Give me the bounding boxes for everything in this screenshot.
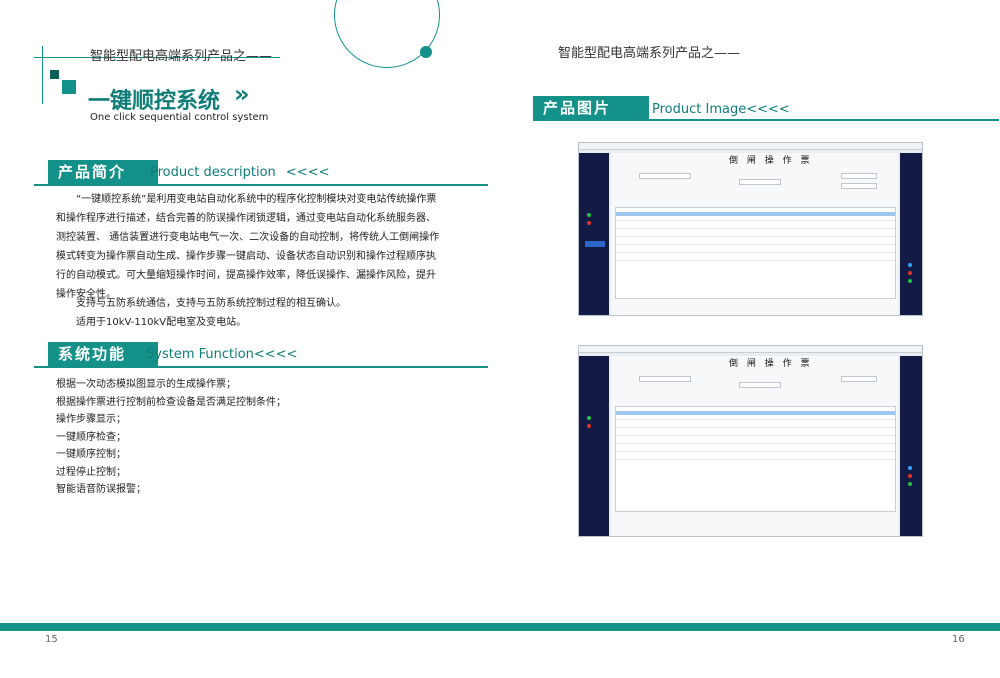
function-label-en-text: System Function [146,347,254,362]
screenshot-table [615,406,896,512]
status-dot-green [587,416,591,420]
row-line [616,260,895,261]
image-label-en-text: Product Image [652,102,747,117]
indicator-dot [908,466,912,470]
image-label-arrows: <<<< [746,102,790,117]
form-field [639,173,691,179]
title-arrows-icon: » [234,80,250,108]
decor-circle-dot [420,46,432,58]
function-section-label: 系统功能 [48,342,158,366]
indicator-dot [908,474,912,478]
row-line [616,427,895,428]
row-line [616,244,895,245]
row-line [616,419,895,420]
form-field [841,183,877,189]
status-dot-green [587,213,591,217]
function-item: 根据操作票进行控制前检查设备是否满足控制条件； [56,396,286,408]
status-dot-red [587,221,591,225]
right-page-number: 16 [952,634,965,645]
screenshot-titlebar [579,346,922,353]
status-dot-red [587,424,591,428]
product-screenshot-1: 倒 闸 操 作 票 [578,142,923,316]
function-label-arrows: <<<< [253,347,298,362]
function-list: 根据一次动态模拟图显示的生成操作票； 根据操作票进行控制前检查设备是否满足控制条… [56,376,286,499]
indicator-dot [908,482,912,486]
left-page-number: 15 [45,634,58,645]
screenshot-title: 倒 闸 操 作 票 [729,156,813,166]
function-item: 根据一次动态模拟图显示的生成操作票； [56,379,236,390]
screenshot-left-panel [579,153,609,315]
function-section-rule [34,366,488,368]
form-field [841,173,877,179]
indicator-dot [908,279,912,283]
form-field [739,179,781,185]
function-item: 一键顺序检查； [56,431,126,443]
page-subtitle: One click sequential control system [90,112,269,123]
function-section-label-en: System Function<<<< [146,347,297,362]
screenshot-titlebar [579,143,922,150]
screenshot-title: 倒 闸 操 作 票 [729,359,813,369]
image-section-label-en: Product Image<<<< [652,102,790,117]
row-line [616,236,895,237]
page-title: 一键顺控系统 [88,89,221,114]
intro-section-label-en: Product description <<<< [150,165,330,180]
form-field [841,376,877,382]
screenshot-blue-button [585,241,605,247]
corner-line-horizontal [34,57,94,58]
form-field [739,382,781,388]
screenshot-right-panel [900,356,922,536]
footer-band [0,623,1000,631]
intro-paragraph-2: 支持与五防系统通信，支持与五防系统控制过程的相互确认。 [76,298,346,309]
form-field [639,376,691,382]
row-line [616,252,895,253]
indicator-dot [908,271,912,275]
right-page-header: 智能型配电高端系列产品之—— [558,46,741,61]
decor-square-small [50,70,59,79]
screenshot-table [615,207,896,299]
intro-section-label: 产品简介 [48,160,158,184]
image-section-label: 产品图片 [533,96,649,120]
function-item: 过程停止控制； [56,466,126,478]
corner-line-vertical [42,46,43,104]
product-screenshot-2: 倒 闸 操 作 票 [578,345,923,537]
screenshot-left-panel [579,356,609,536]
function-item: 操作步骤显示； [56,414,126,425]
function-item: 智能语音防误报警； [56,484,146,495]
intro-section-rule [34,184,488,186]
decor-square-large [62,80,76,94]
intro-label-en-text: Product description [150,165,276,180]
row-line [616,459,895,460]
row-line [616,228,895,229]
left-page-header: 智能型配电高端系列产品之—— [90,49,273,64]
indicator-dot [908,263,912,267]
selected-row [616,411,895,415]
function-item: 一键顺序控制； [56,449,126,460]
intro-paragraph-3: 适用于10kV-110kV配电室及变电站。 [76,317,247,328]
row-line [616,451,895,452]
intro-paragraph-1: “一键顺控系统”是利用变电站自动化系统中的程序化控制模块对变电站传统操作票和操作… [56,194,440,300]
intro-label-arrows: <<<< [285,165,330,180]
screenshot-right-panel [900,153,922,315]
selected-row [616,212,895,216]
row-line [616,435,895,436]
row-line [616,220,895,221]
image-section-rule [533,119,999,121]
row-line [616,443,895,444]
